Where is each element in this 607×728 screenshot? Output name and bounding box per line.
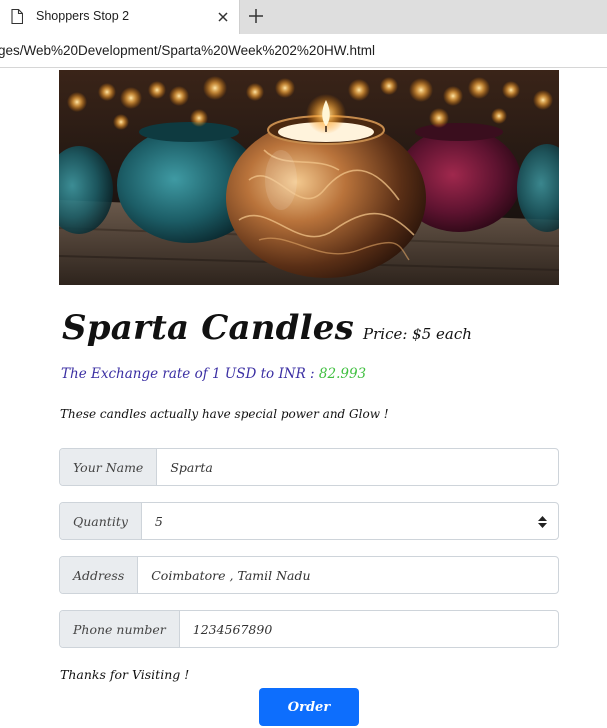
name-input[interactable]: Sparta [157, 449, 558, 485]
exchange-value: 82.993 [318, 366, 367, 382]
name-input-group: Your Name Sparta [59, 448, 559, 486]
quantity-select[interactable]: 5 [142, 503, 558, 539]
hero-image [59, 70, 559, 285]
url-text[interactable]: ges/Web%20Development/Sparta%20Week%202%… [0, 43, 375, 58]
thanks-text: Thanks for Visiting ! [60, 667, 190, 682]
phone-input[interactable]: 1234567890 [180, 611, 558, 647]
order-button[interactable]: Order [259, 688, 359, 726]
tab-title: Shoppers Stop 2 [36, 9, 130, 23]
close-tab-icon[interactable] [214, 8, 232, 26]
address-bar[interactable]: ges/Web%20Development/Sparta%20Week%202%… [0, 34, 607, 68]
address-label: Address [60, 557, 139, 593]
quantity-value: 5 [154, 513, 163, 529]
address-input-group: Address Coimbatore , Tamil Nadu [59, 556, 559, 594]
address-input[interactable]: Coimbatore , Tamil Nadu [138, 557, 558, 593]
exchange-rate-text: The Exchange rate of 1 USD to INR : 82.9… [61, 366, 366, 382]
document-icon [11, 9, 23, 24]
brand-title: Sparta Candles [62, 308, 354, 348]
phone-input-group: Phone number 1234567890 [59, 610, 559, 648]
phone-label: Phone number [60, 611, 180, 647]
name-label: Your Name [60, 449, 158, 485]
select-arrows-icon [538, 516, 547, 528]
quantity-label: Quantity [60, 503, 142, 539]
heading-row: Sparta Candles Price: $5 each [62, 308, 472, 348]
tagline: These candles actually have special powe… [60, 407, 389, 421]
exchange-label: The Exchange rate of 1 USD to INR : [61, 366, 319, 382]
new-tab-icon[interactable] [246, 6, 266, 26]
quantity-input-group: Quantity 5 [59, 502, 559, 540]
browser-tab[interactable]: Shoppers Stop 2 [0, 0, 240, 34]
page-content: Sparta Candles Price: $5 each The Exchan… [0, 68, 607, 728]
price-label: Price: $5 each [363, 325, 472, 343]
browser-tab-bar: Shoppers Stop 2 [0, 0, 607, 34]
